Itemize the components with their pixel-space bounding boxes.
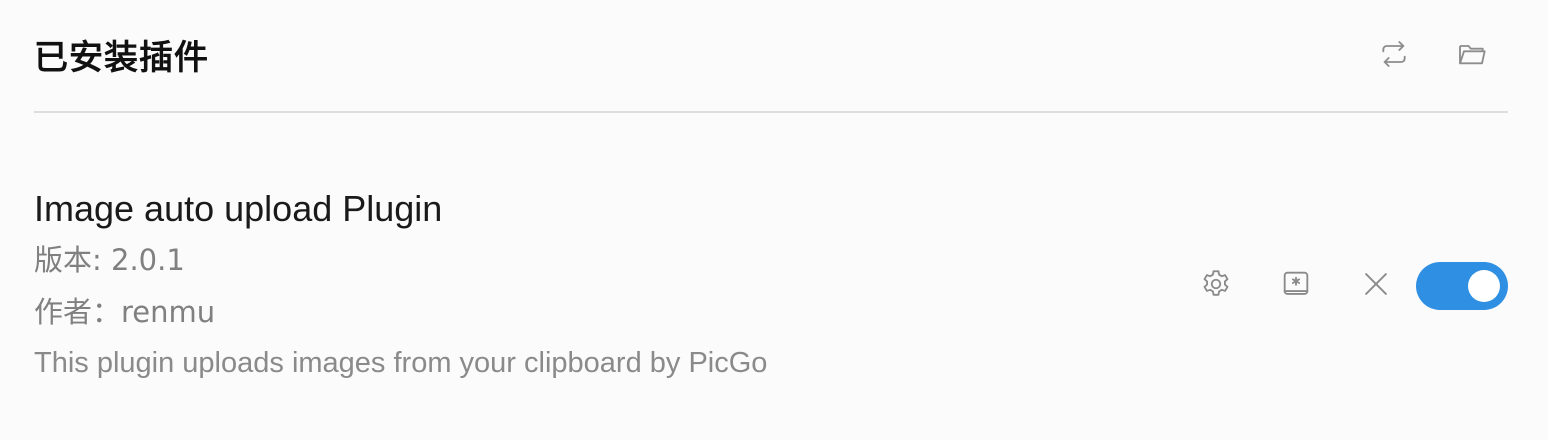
- plugin-card: Image auto upload Plugin 版本: 2.0.1 作者：re…: [34, 178, 1508, 398]
- header-actions: [1376, 38, 1490, 74]
- close-icon: [1359, 267, 1393, 306]
- plugin-author: 作者：renmu: [34, 295, 216, 329]
- section-title: 已安装插件: [34, 38, 209, 78]
- plugin-uninstall-button[interactable]: [1354, 264, 1398, 308]
- installed-plugins-page: 已安装插件 Image auto upload Plugin 版本: 2.0.1…: [0, 0, 1548, 440]
- plugin-name: Image auto upload Plugin: [34, 188, 443, 229]
- plugin-hotkeys-button[interactable]: [1274, 264, 1318, 308]
- folder-icon: [1456, 38, 1488, 75]
- section-header: 已安装插件: [34, 0, 1508, 113]
- open-folder-button[interactable]: [1454, 38, 1490, 74]
- toggle-knob: [1468, 270, 1500, 302]
- hotkey-icon: [1279, 267, 1313, 306]
- plugin-actions: [1194, 262, 1508, 310]
- plugin-settings-button[interactable]: [1194, 264, 1238, 308]
- plugin-version: 版本: 2.0.1: [34, 243, 185, 277]
- gear-icon: [1199, 267, 1233, 306]
- sync-arrows-icon: [1378, 38, 1410, 75]
- reload-button[interactable]: [1376, 38, 1412, 74]
- plugin-description: This plugin uploads images from your cli…: [34, 347, 768, 379]
- plugin-enable-toggle[interactable]: [1416, 262, 1508, 310]
